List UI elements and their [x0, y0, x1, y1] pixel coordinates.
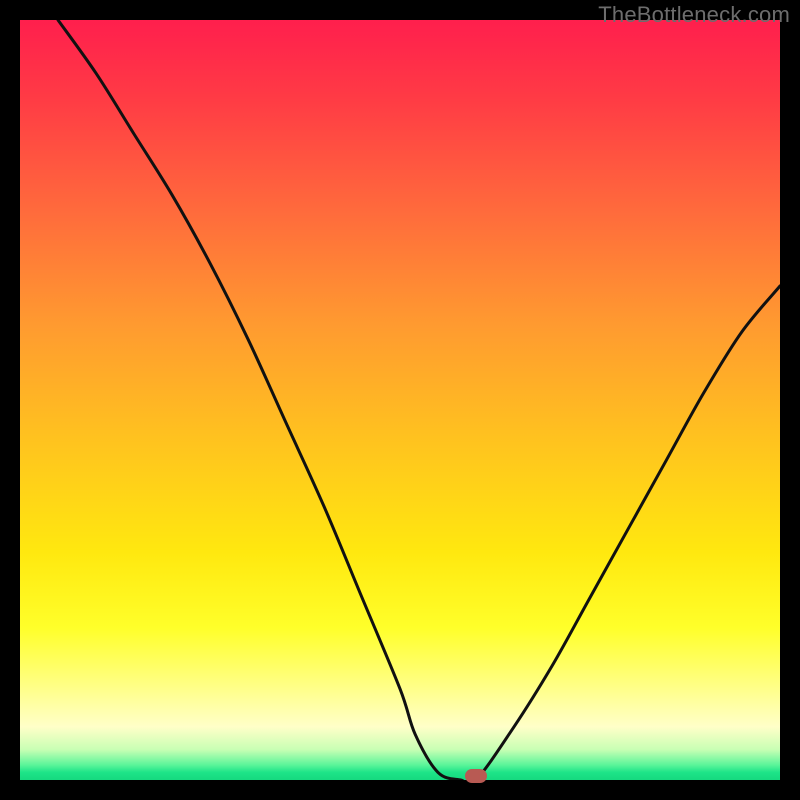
plot-area: [20, 20, 780, 780]
watermark-text: TheBottleneck.com: [598, 2, 790, 28]
trough-marker: [465, 769, 487, 783]
bottleneck-curve: [20, 20, 780, 780]
chart-frame: TheBottleneck.com: [0, 0, 800, 800]
